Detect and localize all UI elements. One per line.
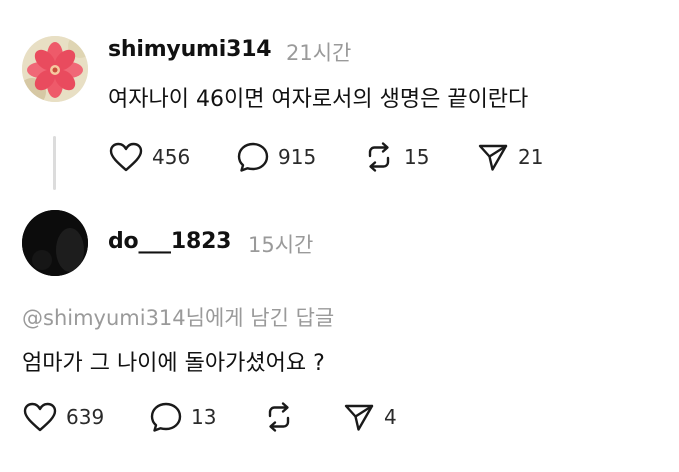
send-icon (344, 404, 374, 431)
comment-button[interactable]: 13 (149, 401, 216, 433)
post-text: 엄마가 그 나이에 돌아가셨어요 ? (22, 351, 325, 376)
comment-button[interactable]: 915 (236, 141, 316, 173)
repost-button[interactable]: 15 (362, 141, 429, 173)
username[interactable]: do___1823 (108, 229, 231, 254)
share-button[interactable]: 4 (342, 401, 397, 433)
like-button[interactable]: 456 (108, 141, 190, 173)
comment-bubble-icon (237, 142, 269, 172)
thread-line (53, 136, 56, 190)
post-time: 15시간 (248, 233, 314, 257)
repost-button[interactable] (262, 401, 304, 433)
like-button[interactable]: 639 (22, 401, 104, 433)
dark-avatar-image (22, 210, 88, 276)
flower-avatar-image (22, 36, 88, 102)
reply-context[interactable]: @shimyumi314님에게 남긴 답글 (22, 302, 334, 332)
username[interactable]: shimyumi314 (108, 37, 272, 62)
comment-count: 915 (278, 145, 317, 169)
repost-count: 15 (404, 145, 430, 169)
send-icon (478, 144, 508, 171)
like-count: 456 (152, 145, 191, 169)
share-button[interactable]: 21 (476, 141, 543, 173)
avatar[interactable] (22, 36, 88, 102)
heart-icon (23, 402, 57, 432)
repost-icon (368, 142, 390, 172)
share-count: 4 (384, 405, 397, 429)
comment-bubble-icon (150, 402, 182, 432)
heart-icon (109, 142, 143, 172)
avatar[interactable] (22, 210, 88, 276)
comment-count: 13 (191, 405, 217, 429)
like-count: 639 (66, 405, 105, 429)
post-text: 여자나이 46이면 여자로서의 생명은 끝이란다 (108, 87, 529, 112)
post-time: 21시간 (286, 41, 352, 65)
share-count: 21 (518, 145, 544, 169)
repost-icon (268, 402, 290, 432)
